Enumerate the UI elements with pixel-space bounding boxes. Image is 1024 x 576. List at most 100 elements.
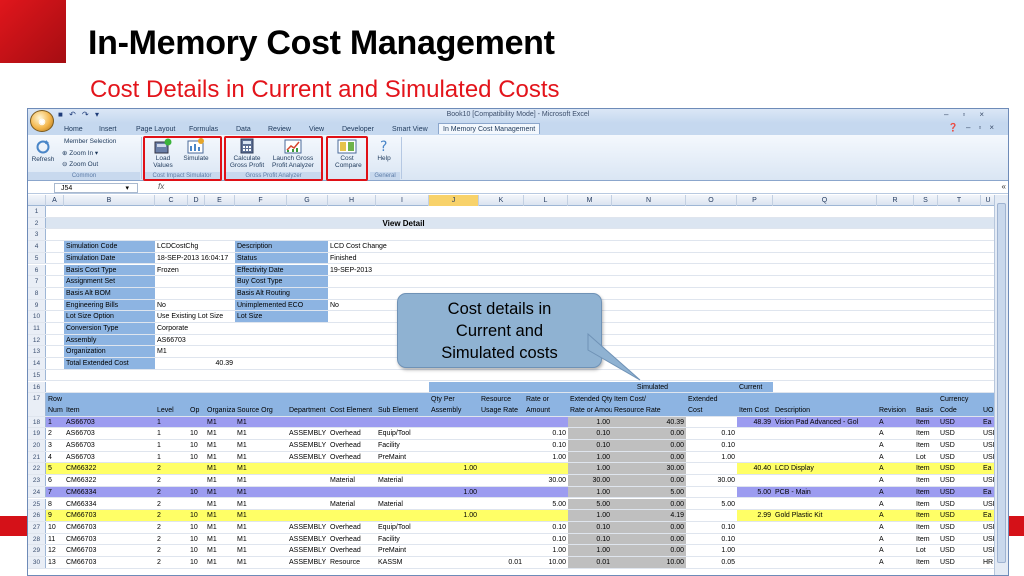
info-label: Basis Alt Routing [235,287,328,299]
column-header-b[interactable]: B [64,195,155,206]
office-button[interactable]: ◉ [30,110,54,132]
tab-developer[interactable]: Developer [342,124,374,135]
window-controls[interactable]: –▫× [944,110,998,119]
row-number[interactable]: 27 [28,521,46,533]
zoom-out-button[interactable]: ⊖ Zoom Out [62,160,98,168]
info-value: Use Existing Lot Size [157,313,224,321]
column-header-a[interactable]: A [46,195,64,206]
row-number[interactable]: 16 [28,381,46,393]
tab-home[interactable]: Home [64,124,83,135]
row-number[interactable]: 8 [28,287,46,299]
help-circle-icon[interactable]: ❓ [948,123,966,132]
row-number[interactable]: 22 [28,463,46,475]
column-header-f[interactable]: F [235,195,287,206]
column-header-g[interactable]: G [287,195,328,206]
tab-in-memory-cost-management[interactable]: In Memory Cost Management [438,123,541,134]
row-number[interactable]: 7 [28,276,46,287]
ribbon-window-controls[interactable]: ❓–▫× [948,123,1002,132]
data-cell: 10 [48,523,56,531]
row-number[interactable]: 14 [28,358,46,369]
tab-data[interactable]: Data [236,124,251,135]
data-cell [479,534,524,545]
column-header-s[interactable]: S [914,195,938,206]
column-header-q[interactable]: Q [773,195,877,206]
column-header-l[interactable]: L [524,195,568,206]
row-number[interactable]: 25 [28,498,46,510]
save-icon[interactable]: ■ [58,110,65,119]
column-header-r[interactable]: R [877,195,914,206]
select-all-corner[interactable] [28,195,46,206]
undo-icon[interactable]: ↶ [69,110,78,119]
row-number[interactable]: 15 [28,369,46,381]
tab-page-layout[interactable]: Page Layout [136,124,175,135]
function-icon[interactable]: fx [158,182,164,191]
row-number[interactable]: 30 [28,557,46,568]
minimize-icon[interactable]: – [944,110,962,119]
row-number[interactable]: 23 [28,475,46,486]
row-number[interactable]: 24 [28,486,46,498]
info-value [155,276,235,287]
scrollbar-thumb[interactable] [997,203,1006,563]
row-number[interactable]: 17 [28,393,46,416]
column-header-p[interactable]: P [737,195,773,206]
data-cell: USD [940,523,955,531]
close-icon[interactable]: × [989,123,1002,132]
column-header-j[interactable]: J [429,195,479,206]
customize-icon[interactable]: ▾ [95,110,101,119]
column-header-k[interactable]: K [479,195,524,206]
table-header-cell: Currency Code [940,396,969,415]
column-header-e[interactable]: E [205,195,235,206]
dropdown-icon[interactable]: ▾ [125,184,129,193]
vertical-scrollbar[interactable] [994,195,1008,575]
info-label: Lot Size [235,311,328,322]
row-number[interactable]: 5 [28,252,46,264]
row-number[interactable]: 12 [28,334,46,346]
row-number[interactable]: 21 [28,451,46,463]
row-number[interactable]: 28 [28,533,46,545]
column-header-i[interactable]: I [376,195,429,206]
column-header-n[interactable]: N [612,195,686,206]
row-number[interactable]: 29 [28,545,46,556]
row-number[interactable]: 18 [28,416,46,428]
close-icon[interactable]: × [979,110,998,119]
expand-formula-icon[interactable]: « [1002,182,1006,191]
tab-insert[interactable]: Insert [99,124,117,135]
member-selection-button[interactable]: Member Selection [64,138,116,145]
column-header-d[interactable]: D [188,195,205,206]
row-number[interactable]: 10 [28,311,46,322]
tab-view[interactable]: View [309,124,324,135]
redo-icon[interactable]: ↷ [82,110,91,119]
spreadsheet-grid[interactable]: 1 2 View Detail 3 4 Simulation Code LCDCostChg… [28,206,1008,575]
zoom-in-button[interactable]: ⊕ Zoom In ▾ [62,149,98,157]
data-cell: 10 [190,453,198,461]
column-header-t[interactable]: T [938,195,981,206]
row-number[interactable]: 19 [28,428,46,439]
row-number[interactable]: 26 [28,510,46,521]
row-number[interactable]: 11 [28,323,46,334]
tab-review[interactable]: Review [268,124,291,135]
restore-icon[interactable]: ▫ [962,110,979,119]
row-number[interactable]: 9 [28,299,46,311]
brand-corner [0,0,66,63]
row-number[interactable]: 13 [28,346,46,358]
tab-formulas[interactable]: Formulas [189,124,218,135]
column-header-c[interactable]: C [155,195,188,206]
tab-smart-view[interactable]: Smart View [392,124,428,135]
row-number[interactable]: 1 [28,206,46,217]
row-number[interactable]: 20 [28,440,46,451]
row-number[interactable]: 3 [28,229,46,241]
column-header-h[interactable]: H [328,195,376,206]
column-header-o[interactable]: O [686,195,737,206]
quick-access-toolbar[interactable]: ■ ↶ ↷ ▾ [58,110,101,119]
row-number[interactable]: 6 [28,264,46,276]
name-box[interactable]: J54 ▾ [54,183,138,193]
column-header-m[interactable]: M [568,195,612,206]
restore-icon[interactable]: ▫ [978,123,989,132]
refresh-button[interactable]: Refresh [30,139,56,163]
row-number[interactable]: 2 [28,217,46,229]
minimize-icon[interactable]: – [966,123,978,132]
help-button[interactable]: ? Help [372,138,396,162]
data-cell: Overhead [330,547,361,555]
row-number[interactable]: 4 [28,241,46,252]
info-label: Simulation Code [64,241,155,252]
